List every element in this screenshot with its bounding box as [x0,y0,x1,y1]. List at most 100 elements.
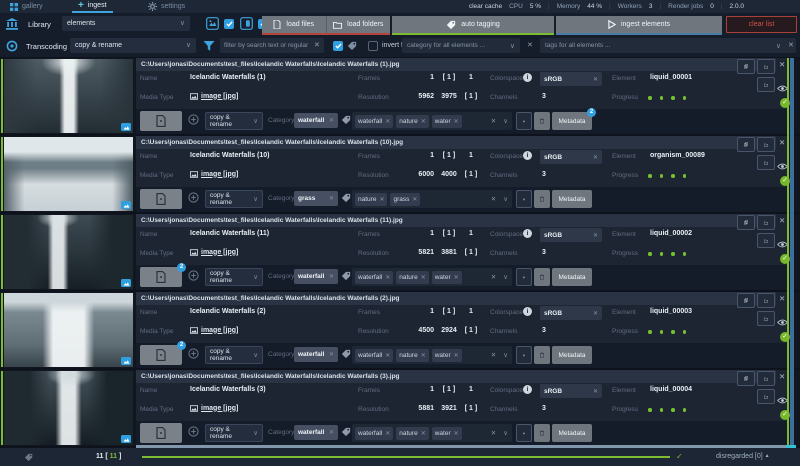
colorspace-chip[interactable]: sRGB ✕ [540,306,602,320]
category-chip[interactable]: waterfall ✕ [294,425,338,440]
remove-colorspace-icon[interactable]: ✕ [593,388,598,395]
thumbnail[interactable] [4,137,133,211]
tag-chip[interactable]: nature ✕ [396,348,429,362]
load-folders-button[interactable]: load folders [326,16,390,33]
paste-settings-button[interactable] [534,190,550,208]
tags-all-input[interactable]: tags for all elements ... ∨ [540,38,796,53]
remove-colorspace-icon[interactable]: ✕ [593,310,598,317]
open-target-folder-button[interactable] [757,155,775,170]
tab-settings[interactable]: settings [148,0,185,13]
duplicate-entry-button[interactable] [737,215,755,230]
remove-colorspace-icon[interactable]: ✕ [593,154,598,161]
open-source-folder-button[interactable] [757,371,775,386]
copy-settings-button[interactable] [516,346,532,364]
tags-field[interactable]: waterfall ✕ nature ✕ water ✕ ✕ ∨ [352,424,512,442]
ingest-elements-button[interactable]: ingest elements [556,16,722,33]
media-type-link[interactable]: image [jpg] [190,249,238,256]
preview-checkbox[interactable] [224,19,234,29]
paste-settings-button[interactable] [534,112,550,130]
info-icon[interactable]: i [523,151,532,160]
transcode-mode-dropdown[interactable]: copy & rename ∨ [205,424,263,442]
remove-category-icon[interactable]: ✕ [329,117,334,124]
file-preview-button[interactable]: 2 [140,341,186,365]
file-preview-button[interactable] [140,111,182,131]
remove-category-icon[interactable]: ✕ [329,195,334,202]
remove-tag-icon[interactable]: ✕ [421,274,426,281]
paste-settings-button[interactable] [534,268,550,286]
remove-tag-icon[interactable]: ✕ [454,430,459,437]
duplicate-entry-button[interactable] [737,59,755,74]
thumbnail[interactable] [4,293,133,367]
remove-tag-icon[interactable]: ✕ [421,352,426,359]
chevron-down-icon[interactable]: ∨ [503,195,508,203]
remove-category-icon[interactable]: ✕ [329,351,334,358]
media-type-link[interactable]: image [jpg] [190,93,238,100]
tag-chip[interactable]: nature ✕ [396,426,429,440]
info-icon[interactable]: i [523,385,532,394]
remove-tag-icon[interactable]: ✕ [412,196,417,203]
clear-tags-icon[interactable]: ✕ [491,273,496,281]
duplicate-entry-button[interactable] [737,371,755,386]
tag-chip[interactable]: waterfall ✕ [355,270,394,284]
transcode-mode-dropdown[interactable]: copy & rename ∨ [205,190,263,208]
transcode-mode-dropdown[interactable]: copy & rename ∨ [205,112,263,130]
copy-settings-button[interactable] [516,190,532,208]
tags-field[interactable]: waterfall ✕ nature ✕ water ✕ ✕ ∨ [352,112,512,130]
remove-tag-icon[interactable]: ✕ [385,274,390,281]
invert-filter-checkbox[interactable] [368,41,378,51]
tag-chip[interactable]: waterfall ✕ [355,426,394,440]
metadata-button[interactable]: Metadata [552,424,592,442]
media-type-link[interactable]: image [jpg] [190,405,238,412]
tag-chip[interactable]: grass ✕ [390,192,421,206]
metadata-button[interactable]: Metadata [552,190,592,208]
remove-entry-icon[interactable]: ✕ [779,373,785,381]
transcode-options-icon[interactable] [188,348,199,359]
tag-chip[interactable]: water ✕ [431,426,462,440]
clear-tags-icon[interactable]: ✕ [491,351,496,359]
tags-field[interactable]: waterfall ✕ nature ✕ water ✕ ✕ ∨ [352,268,512,286]
open-source-folder-button[interactable] [757,293,775,308]
open-target-folder-button[interactable] [757,233,775,248]
thumbnail[interactable] [4,59,133,133]
media-type-link[interactable]: image [jpg] [190,327,238,334]
clear-tags-icon[interactable]: ✕ [491,429,496,437]
chevron-down-icon[interactable]: ∨ [503,117,508,125]
open-target-folder-button[interactable] [757,77,775,92]
tag-chip[interactable]: nature ✕ [355,192,388,206]
mask-preview-icon[interactable] [240,17,253,30]
clear-tags-icon[interactable]: ✕ [491,195,496,203]
remove-tag-icon[interactable]: ✕ [421,118,426,125]
remove-tag-icon[interactable]: ✕ [385,352,390,359]
copy-settings-button[interactable] [516,268,532,286]
tags-field[interactable]: nature ✕ grass ✕ ✕ ∨ [352,190,512,208]
transcode-mode-dropdown[interactable]: copy & rename ∨ [205,268,263,286]
tag-chip[interactable]: water ✕ [431,270,462,284]
chevron-down-icon[interactable]: ∨ [503,429,508,437]
copy-settings-button[interactable] [516,424,532,442]
clear-cache-button[interactable]: clear cache [469,3,502,10]
info-icon[interactable]: i [523,73,532,82]
remove-colorspace-icon[interactable]: ✕ [593,76,598,83]
info-icon[interactable]: i [523,307,532,316]
tag-filter-checkbox[interactable] [333,41,343,51]
load-files-button[interactable]: load files [262,16,326,33]
category-chip[interactable]: waterfall ✕ [294,347,338,362]
duplicate-entry-button[interactable] [737,137,755,152]
transcode-options-icon[interactable] [188,114,199,125]
remove-entry-icon[interactable]: ✕ [779,295,785,303]
image-preview-icon[interactable] [206,17,219,30]
tab-ingest[interactable]: + ingest [72,0,113,13]
open-source-folder-button[interactable] [757,59,775,74]
copy-settings-button[interactable] [516,112,532,130]
tags-field[interactable]: waterfall ✕ nature ✕ water ✕ ✕ ∨ [352,346,512,364]
remove-tag-icon[interactable]: ✕ [454,274,459,281]
tag-chip[interactable]: waterfall ✕ [355,114,394,128]
tag-chip[interactable]: water ✕ [431,348,462,362]
remove-tag-icon[interactable]: ✕ [379,196,384,203]
paste-settings-button[interactable] [534,346,550,364]
thumbnail[interactable] [4,215,133,289]
category-chip[interactable]: waterfall ✕ [294,269,338,284]
scrollbar[interactable] [790,58,794,446]
colorspace-chip[interactable]: sRGB ✕ [540,150,602,164]
metadata-button[interactable]: Metadata [552,346,592,364]
